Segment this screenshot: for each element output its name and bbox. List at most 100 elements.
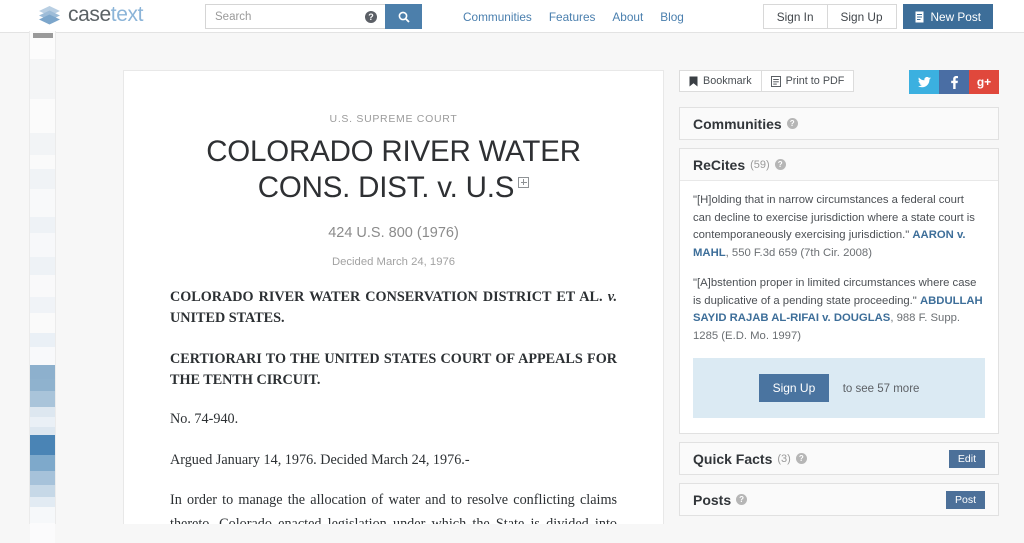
minimap-segment[interactable] (30, 297, 55, 313)
minimap-segment[interactable] (30, 455, 55, 471)
minimap-segment[interactable] (30, 523, 55, 543)
minimap-scroll-thumb[interactable] (33, 33, 53, 38)
recites-panel-body: "[H]olding that in narrow circumstances … (680, 180, 998, 433)
minimap-segment[interactable] (30, 435, 55, 455)
case-decided-date: Decided March 24, 1976 (331, 255, 456, 268)
minimap-segment[interactable] (30, 417, 55, 427)
nav-link-communities[interactable]: Communities (463, 10, 532, 24)
nav-link-about[interactable]: About (612, 10, 643, 24)
minimap-segment[interactable] (30, 275, 55, 297)
minimap-segment[interactable] (30, 391, 55, 407)
casetext-logo[interactable]: casetext (38, 3, 143, 27)
minimap-segment[interactable] (30, 313, 55, 333)
case-title-line2: CONS. DIST. v. U.S (257, 170, 515, 204)
search-field-wrapper: ? (205, 4, 385, 29)
print-to-pdf-button[interactable]: Print to PDF (761, 70, 855, 92)
search-help-icon[interactable]: ? (365, 11, 377, 23)
posts-title: Posts (693, 491, 732, 508)
minimap-segment[interactable] (30, 99, 55, 133)
quick-facts-count: (3) (777, 452, 791, 465)
quick-facts-edit-button[interactable]: Edit (948, 449, 985, 468)
case-caption-versus: v. (607, 288, 618, 305)
document-icon (915, 11, 924, 22)
auth-button-group: Sign In Sign Up New Post (762, 4, 993, 29)
recites-count: (59) (750, 158, 770, 171)
certiorari-line: CERTIORARI TO THE UNITED STATES COURT OF… (170, 350, 617, 388)
minimap-segment[interactable] (30, 365, 55, 379)
googleplus-share-button[interactable]: g+ (969, 70, 999, 94)
posts-post-button[interactable]: Post (945, 490, 985, 509)
posts-panel-header[interactable]: Posts ? Post (680, 484, 998, 515)
minimap-segment[interactable] (30, 189, 55, 217)
sign-up-button[interactable]: Sign Up (827, 4, 897, 29)
minimap-segment[interactable] (30, 407, 55, 417)
recites-panel-header[interactable]: ReCites (59) ? (680, 149, 998, 180)
recites-title: ReCites (693, 156, 746, 173)
case-caption-parties: COLORADO RIVER WATER CONSERVATION DISTRI… (170, 288, 603, 305)
nav-link-features[interactable]: Features (549, 10, 596, 24)
recites-signup-cta: Sign Up to see 57 more (693, 358, 985, 418)
minimap-segment[interactable] (30, 59, 55, 99)
minimap-segment[interactable] (30, 485, 55, 497)
recites-panel: ReCites (59) ? "[H]olding that in narrow… (679, 148, 999, 434)
communities-help-icon[interactable]: ? (786, 118, 798, 129)
twitter-icon (917, 76, 931, 87)
recite-item: "[A]bstention proper in limited circumst… (693, 275, 985, 345)
cta-sign-up-button[interactable]: Sign Up (758, 374, 830, 402)
minimap-segment[interactable] (30, 169, 55, 189)
bookmark-button[interactable]: Bookmark (679, 70, 762, 92)
case-caption: COLORADO RIVER WATER CONSERVATION DISTRI… (170, 287, 617, 330)
communities-panel-header[interactable]: Communities ? (680, 108, 998, 139)
posts-panel: Posts ? Post (679, 483, 999, 516)
case-sidebar: Bookmark Print to PDF g+ Communities ? R… (679, 70, 999, 524)
minimap-segment[interactable] (30, 379, 55, 391)
minimap-segment[interactable] (30, 257, 55, 275)
search-input[interactable] (206, 10, 354, 23)
quick-facts-help-icon[interactable]: ? (795, 453, 807, 464)
sign-in-button[interactable]: Sign In (762, 4, 828, 29)
share-button-group: g+ (909, 70, 999, 94)
bookmark-label: Bookmark (703, 75, 752, 87)
case-document-card: U.S. SUPREME COURT COLORADO RIVER WATER … (123, 70, 664, 524)
minimap-segment[interactable] (30, 155, 55, 169)
docket-number: No. 74-940. (170, 411, 239, 428)
case-title-line1: COLORADO RIVER WATER (206, 135, 581, 168)
googleplus-icon: g+ (976, 75, 992, 89)
minimap-segment[interactable] (30, 133, 55, 155)
logo-text-text: text (110, 3, 144, 26)
case-caption-respondent: UNITED STATES. (170, 310, 285, 327)
new-post-button[interactable]: New Post (902, 4, 993, 29)
nav-link-blog[interactable]: Blog (660, 10, 684, 24)
print-to-pdf-label: Print to PDF (785, 75, 845, 87)
search-submit-button[interactable] (385, 4, 422, 29)
recite-citation: , 550 F.3d 659 (7th Cir. 2008) (725, 246, 872, 259)
document-heatmap-minimap[interactable] (29, 31, 56, 543)
opinion-body-paragraph: In order to manage the allocation of wat… (170, 492, 617, 524)
quick-facts-title: Quick Facts (693, 450, 773, 467)
quick-facts-panel-header[interactable]: Quick Facts (3) ? Edit (680, 443, 998, 474)
minimap-segment[interactable] (30, 217, 55, 233)
minimap-segment[interactable] (30, 333, 55, 347)
bookmark-icon (689, 76, 698, 86)
recite-item: "[H]olding that in narrow circumstances … (693, 192, 985, 262)
minimap-segment[interactable] (30, 507, 55, 523)
logo-wordmark: casetext (68, 3, 143, 27)
minimap-segment[interactable] (30, 497, 55, 507)
court-label: U.S. SUPREME COURT (329, 113, 458, 125)
expand-plus-icon[interactable] (518, 176, 530, 188)
minimap-segment[interactable] (30, 471, 55, 485)
stacked-layers-icon (38, 5, 61, 25)
case-citation: 424 U.S. 800 (1976) (328, 224, 459, 241)
minimap-segment[interactable] (30, 233, 55, 257)
communities-title: Communities (693, 115, 782, 132)
twitter-share-button[interactable] (909, 70, 939, 94)
posts-help-icon[interactable]: ? (736, 494, 748, 505)
cta-more-text: to see 57 more (842, 383, 920, 395)
minimap-segment[interactable] (30, 347, 55, 365)
communities-panel: Communities ? (679, 107, 999, 140)
minimap-segment[interactable] (30, 427, 55, 435)
recites-help-icon[interactable]: ? (774, 159, 786, 170)
printer-pdf-icon (770, 75, 781, 87)
facebook-share-button[interactable] (939, 70, 969, 94)
search-icon (398, 11, 410, 23)
